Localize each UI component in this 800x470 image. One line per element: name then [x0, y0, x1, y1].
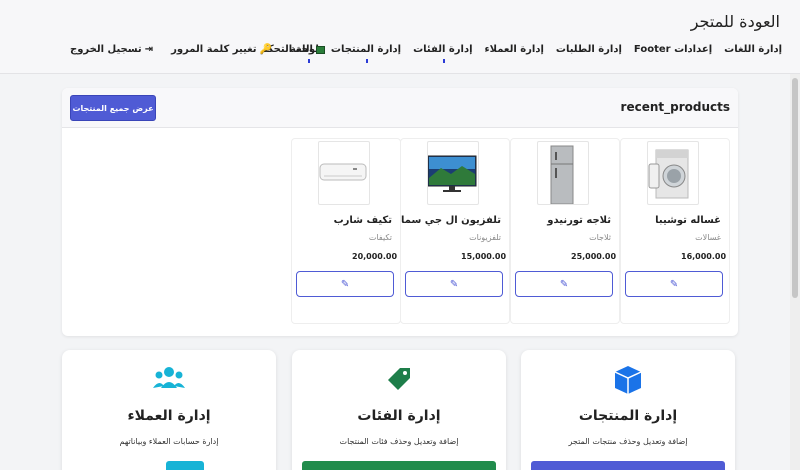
product-card: تكيف شارب تكيفات 20,000.00 ✎ [291, 138, 401, 324]
edit-icon: ✎ [340, 278, 350, 290]
edit-product-button[interactable]: ✎ [625, 271, 723, 297]
change-password-link[interactable]: 🔑 تغيير كلمة المرور [171, 44, 272, 55]
change-password-label: تغيير كلمة المرور [171, 44, 257, 55]
users-icon [152, 362, 186, 396]
nav-products[interactable]: إدارة المنتجات [331, 44, 401, 63]
products-management-card: إدارة المنتجات إضافة وتعديل وحذف منتجات … [521, 350, 735, 470]
product-category: تلفزيونات [469, 233, 501, 242]
view-all-products-button[interactable]: عرض جميع المنتجات [70, 95, 156, 121]
main-nav: لوحة التحكم إدارة المنتجات إدارة الفئات … [260, 44, 782, 63]
edit-icon: ✎ [559, 278, 569, 290]
manage-customers-button[interactable] [166, 461, 204, 470]
product-name: ثلاجه تورنيدو [547, 215, 611, 226]
logout-icon: ⇥ [144, 44, 154, 55]
product-card: ثلاجه تورنيدو ثلاجات 25,000.00 ✎ [510, 138, 620, 324]
box-icon [611, 362, 645, 396]
product-name: تكيف شارب [333, 215, 392, 226]
product-category: ثلاجات [589, 233, 611, 242]
language-label: اللغة [290, 44, 313, 55]
product-card: غساله توشيبا غسالات 16,000.00 ✎ [620, 138, 730, 324]
product-category: غسالات [695, 233, 721, 242]
customers-management-card: إدارة العملاء إدارة حسابات العملاء وبيان… [62, 350, 276, 470]
product-category: تكيفات [368, 233, 392, 242]
product-price: 20,000.00 [352, 252, 398, 261]
television-image [427, 141, 479, 205]
nav-customers[interactable]: إدارة العملاء [485, 44, 544, 55]
edit-icon: ✎ [449, 278, 459, 290]
card-description: إضافة وتعديل وحذف فئات المنتجات [339, 437, 459, 446]
refrigerator-image [537, 141, 589, 205]
card-description: إدارة حسابات العملاء وبياناتهم [119, 437, 219, 446]
logout-link[interactable]: ⇥ تسجيل الخروج [70, 44, 153, 55]
flag-icon [316, 45, 325, 54]
edit-icon: ✎ [669, 278, 679, 290]
recent-products-title: recent_products [620, 100, 730, 114]
washing-machine-image [647, 141, 699, 205]
product-name: تلفزيون ال جي سمارت [385, 215, 501, 226]
nav-categories[interactable]: إدارة الفئات [413, 44, 473, 63]
edit-product-button[interactable]: ✎ [405, 271, 503, 297]
nav-languages[interactable]: إدارة اللغات [724, 44, 782, 55]
product-price: 15,000.00 [461, 252, 507, 261]
product-price: 25,000.00 [571, 252, 617, 261]
card-title: إدارة العملاء [127, 408, 211, 424]
categories-management-card: إدارة الفئات إضافة وتعديل وحذف فئات المن… [292, 350, 506, 470]
language-dropdown[interactable]: اللغة [290, 44, 325, 63]
nav-orders[interactable]: إدارة الطلبات [556, 44, 622, 55]
key-icon: 🔑 [259, 44, 273, 55]
user-nav: اللغة 🔑 تغيير كلمة المرور ⇥ تسجيل الخروج [70, 44, 325, 63]
tag-icon [382, 362, 416, 396]
top-navbar: العودة للمتجر لوحة التحكم إدارة المنتجات… [0, 0, 800, 74]
product-card: تلفزيون ال جي سمارت تلفزيونات 15,000.00 … [385, 138, 510, 324]
scrollbar-thumb[interactable] [792, 78, 798, 298]
nav-footer-settings[interactable]: إعدادات Footer [634, 44, 712, 55]
card-title: إدارة الفئات [357, 408, 441, 424]
logout-label: تسجيل الخروج [70, 44, 142, 55]
recent-products-header: recent_products عرض جميع المنتجات [62, 88, 738, 128]
air-conditioner-image [318, 141, 370, 205]
edit-product-button[interactable]: ✎ [515, 271, 613, 297]
product-price: 16,000.00 [681, 252, 727, 261]
manage-products-button[interactable] [531, 461, 725, 470]
product-name: غساله توشيبا [655, 215, 721, 226]
card-title: إدارة المنتجات [578, 408, 678, 424]
edit-product-button[interactable]: ✎ [296, 271, 394, 297]
card-description: إضافة وتعديل وحذف منتجات المتجر [568, 437, 688, 446]
back-to-store-link[interactable]: العودة للمتجر [691, 12, 780, 31]
manage-categories-button[interactable] [302, 461, 496, 470]
page-scrollbar[interactable] [790, 74, 800, 470]
